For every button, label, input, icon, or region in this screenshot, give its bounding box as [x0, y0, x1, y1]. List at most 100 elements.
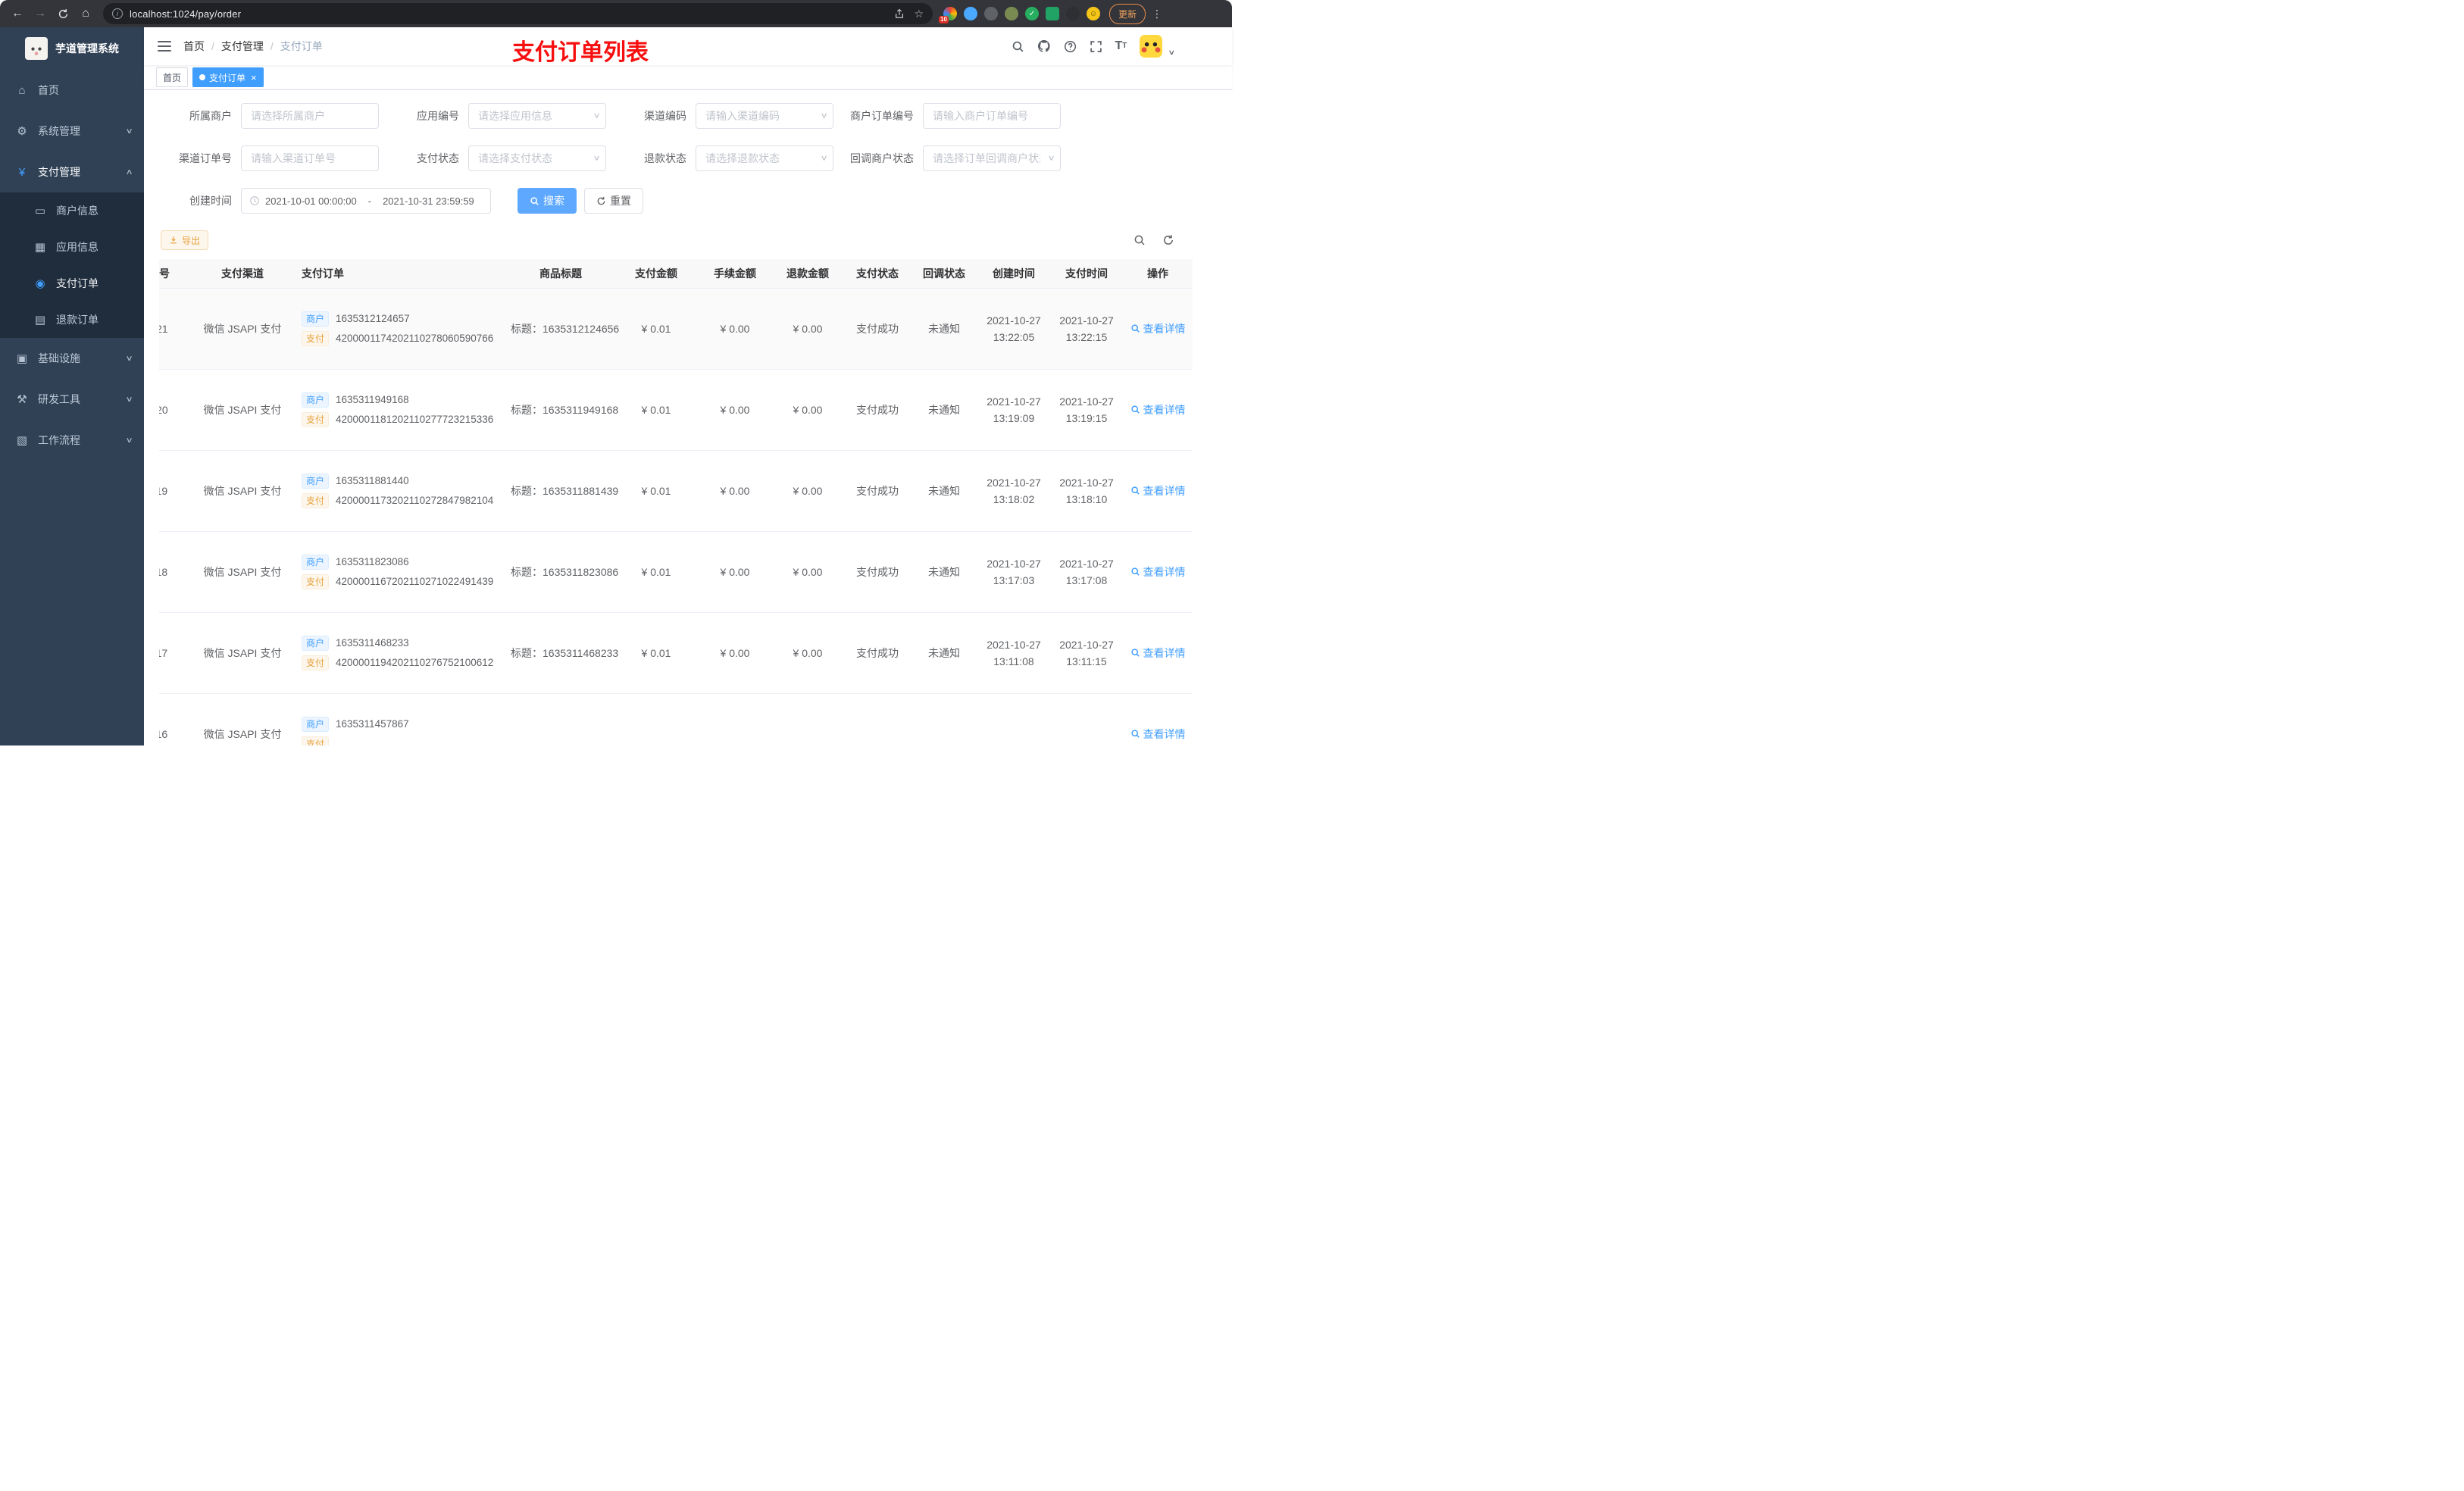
sidebar-item-app-info[interactable]: ▦ 应用信息	[0, 229, 144, 265]
fee-amount: ¥ 0.00	[720, 484, 750, 497]
search-icon[interactable]	[1012, 40, 1024, 53]
input-merchant-order-no[interactable]	[923, 103, 1061, 129]
chevron-down-icon[interactable]: ∨	[1168, 48, 1176, 57]
browser-menu-icon[interactable]: ⋮	[1152, 8, 1162, 20]
view-detail-link[interactable]: 查看详情	[1130, 727, 1186, 742]
tab-pay-order[interactable]: 支付订单 ×	[192, 67, 264, 87]
date-range-picker[interactable]: 2021-10-01 00:00:00 - 2021-10-31 23:59:5…	[241, 188, 491, 214]
breadcrumb-item[interactable]: 支付管理	[221, 39, 264, 54]
notify-status: 未通知	[928, 322, 960, 335]
search-button[interactable]: 搜索	[518, 188, 577, 214]
column-header: 退款金额	[771, 259, 844, 289]
site-info-icon[interactable]: i	[112, 8, 123, 19]
extension-icon[interactable]: ☺	[1087, 7, 1100, 20]
export-button[interactable]: 导出	[161, 230, 209, 250]
extension-icon[interactable]	[1046, 7, 1059, 20]
extension-icon[interactable]	[984, 7, 998, 20]
input-channel-order-no[interactable]	[241, 145, 379, 171]
filter-field-channel-order-no: 渠道订单号	[168, 145, 379, 171]
fee-amount: ¥ 0.00	[720, 646, 750, 659]
sidebar-item-pay-order[interactable]: ◉ 支付订单	[0, 265, 144, 302]
refresh-icon[interactable]	[1162, 234, 1174, 246]
gear-icon: ⚙	[17, 125, 27, 138]
extension-icon[interactable]	[964, 7, 977, 20]
avatar[interactable]	[1140, 35, 1163, 58]
tab-close-icon[interactable]: ×	[251, 73, 257, 83]
url-text: localhost:1024/pay/order	[130, 8, 242, 20]
logo[interactable]: 芋道管理系统	[0, 27, 144, 70]
reload-button[interactable]	[53, 4, 73, 23]
font-size-icon[interactable]: TT	[1115, 40, 1127, 52]
merchant-tag: 商户	[302, 716, 330, 732]
filter-row: 所属商户 应用编号 ∨ 渠道编码 ∨ 商户订单编号	[168, 103, 1217, 129]
tab-home[interactable]: 首页 ×	[156, 67, 189, 87]
filter-label: 支付状态	[417, 152, 459, 164]
sidebar-item-home[interactable]: ⌂ 首页	[0, 70, 144, 111]
bookmark-star-icon[interactable]: ☆	[914, 8, 924, 20]
filter-label: 所属商户	[189, 110, 232, 122]
view-detail-link[interactable]: 查看详情	[1130, 402, 1186, 417]
share-icon[interactable]	[894, 8, 905, 19]
input-merchant[interactable]	[241, 103, 379, 129]
extension-icon[interactable]: 10	[939, 7, 957, 23]
view-detail-link[interactable]: 查看详情	[1130, 564, 1186, 580]
pay-amount: ¥ 0.01	[641, 646, 671, 659]
view-detail-link[interactable]: 查看详情	[1130, 321, 1186, 336]
sidebar-item-workflow[interactable]: ▧ 工作流程 ∨	[0, 420, 144, 461]
merchant-order-no: 1635311823086	[336, 556, 409, 567]
date-start: 2021-10-01 00:00:00	[265, 195, 357, 207]
reset-button[interactable]: 重置	[584, 188, 643, 214]
refund-amount: ¥ 0.00	[793, 484, 823, 497]
help-icon[interactable]	[1064, 40, 1077, 53]
merchant-order-no: 1635311468233	[336, 637, 409, 649]
breadcrumb-separator: /	[211, 40, 214, 52]
view-detail-link[interactable]: 查看详情	[1130, 645, 1186, 661]
forward-button[interactable]: →	[30, 4, 50, 23]
extension-icon[interactable]	[1066, 7, 1080, 20]
sidebar-item-payment[interactable]: ¥ 支付管理 ∧	[0, 152, 144, 192]
breadcrumb-item[interactable]: 首页	[183, 39, 205, 54]
pay-channel: 微信 JSAPI 支付	[203, 727, 282, 740]
view-detail-link[interactable]: 查看详情	[1130, 483, 1186, 499]
pay-status: 支付成功	[856, 646, 899, 659]
product-title: 标题：1635311823086	[511, 565, 619, 578]
hamburger-icon[interactable]	[158, 40, 171, 52]
sidebar-item-system[interactable]: ⚙ 系统管理 ∨	[0, 111, 144, 152]
select-app-no[interactable]	[468, 103, 606, 129]
select-channel-code[interactable]	[696, 103, 833, 129]
extension-icon[interactable]	[1005, 7, 1018, 20]
back-button[interactable]: ←	[8, 4, 27, 23]
select-pay-status[interactable]	[468, 145, 606, 171]
create-time: 13:11:08	[993, 655, 1034, 667]
sidebar-item-infrastructure[interactable]: ▣ 基础设施 ∨	[0, 338, 144, 379]
select-notify-status[interactable]	[923, 145, 1061, 171]
address-bar[interactable]: i localhost:1024/pay/order ☆	[103, 3, 933, 24]
fullscreen-icon[interactable]	[1090, 40, 1102, 53]
pay-date: 2021-10-27	[1059, 557, 1114, 570]
github-icon[interactable]	[1037, 39, 1051, 53]
sidebar-item-dev-tools[interactable]: ⚒ 研发工具 ∨	[0, 379, 144, 420]
extension-icon[interactable]: ✓	[1025, 7, 1039, 20]
search-toggle-icon[interactable]	[1134, 234, 1146, 246]
pay-tag: 支付	[302, 330, 330, 346]
home-button[interactable]: ⌂	[76, 4, 95, 23]
pay-status: 支付成功	[856, 565, 899, 578]
refund-amount: ¥ 0.00	[793, 322, 823, 335]
annotation-text: 支付订单列表	[512, 40, 649, 65]
sidebar-item-refund-order[interactable]: ▤ 退款订单	[0, 302, 144, 338]
pay-channel: 微信 JSAPI 支付	[203, 646, 282, 659]
toolbar-right	[1134, 234, 1174, 246]
order-id: 119	[159, 484, 168, 497]
filter-row: 创建时间 2021-10-01 00:00:00 - 2021-10-31 23…	[168, 188, 1217, 214]
filter-label: 应用编号	[417, 110, 459, 122]
column-header: 支付时间	[1050, 259, 1123, 289]
breadcrumb-item: 支付订单	[280, 40, 323, 52]
pay-date: 2021-10-27	[1059, 638, 1114, 651]
browser-update-button[interactable]: 更新	[1109, 3, 1146, 24]
sidebar-item-merchant-info[interactable]: ▭ 商户信息	[0, 192, 144, 229]
merchant-tag: 商户	[302, 635, 330, 651]
filter-label: 创建时间	[189, 195, 232, 207]
merchant-order-no: 1635312124657	[336, 313, 410, 324]
select-refund-status[interactable]	[696, 145, 833, 171]
create-time: 13:19:09	[993, 411, 1035, 424]
